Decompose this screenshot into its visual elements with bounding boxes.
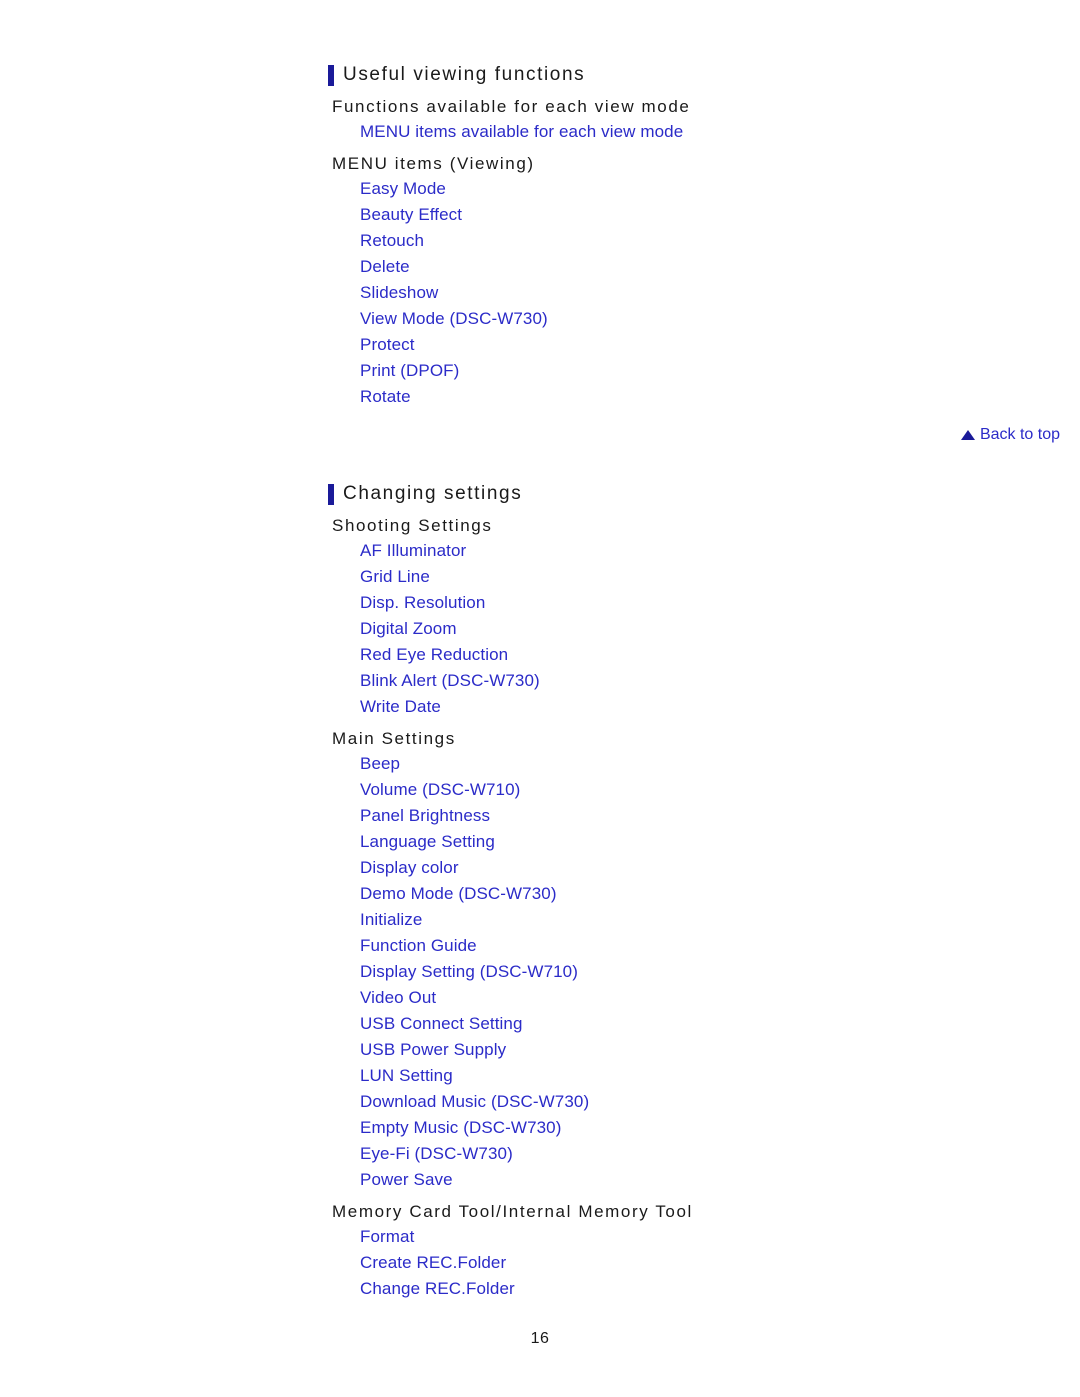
link-blink-alert[interactable]: Blink Alert (DSC-W730) bbox=[328, 668, 1028, 694]
group-heading-functions-available: Functions available for each view mode bbox=[332, 97, 691, 116]
link-format[interactable]: Format bbox=[328, 1224, 1028, 1250]
link-digital-zoom[interactable]: Digital Zoom bbox=[328, 616, 1028, 642]
link-change-rec-folder[interactable]: Change REC.Folder bbox=[328, 1276, 1028, 1302]
section-title-label: Changing settings bbox=[343, 483, 523, 504]
link-download-music[interactable]: Download Music (DSC-W730) bbox=[328, 1089, 1028, 1115]
section-changing-settings: Changing settings Shooting Settings AF I… bbox=[328, 481, 1028, 1302]
link-menu-items-available-for-each-view-mode[interactable]: MENU items available for each view mode bbox=[328, 119, 1028, 145]
link-usb-power-supply[interactable]: USB Power Supply bbox=[328, 1037, 1028, 1063]
link-grid-line[interactable]: Grid Line bbox=[328, 564, 1028, 590]
link-write-date[interactable]: Write Date bbox=[328, 694, 1028, 720]
link-retouch[interactable]: Retouch bbox=[328, 228, 1028, 254]
group-heading-shooting-settings: Shooting Settings bbox=[332, 516, 493, 535]
link-demo-mode[interactable]: Demo Mode (DSC-W730) bbox=[328, 881, 1028, 907]
back-to-top-link[interactable]: Back to top bbox=[960, 426, 1060, 444]
section-accent-bar bbox=[328, 483, 334, 505]
section-title: Useful viewing functions bbox=[328, 62, 1028, 88]
link-power-save[interactable]: Power Save bbox=[328, 1167, 1028, 1193]
link-display-setting[interactable]: Display Setting (DSC-W710) bbox=[328, 959, 1028, 985]
link-disp-resolution[interactable]: Disp. Resolution bbox=[328, 590, 1028, 616]
page-number: 16 bbox=[530, 1330, 550, 1347]
link-video-out[interactable]: Video Out bbox=[328, 985, 1028, 1011]
link-function-guide[interactable]: Function Guide bbox=[328, 933, 1028, 959]
link-beep[interactable]: Beep bbox=[328, 751, 1028, 777]
link-volume[interactable]: Volume (DSC-W710) bbox=[328, 777, 1028, 803]
back-to-top-row: Back to top bbox=[0, 426, 1060, 444]
link-language-setting[interactable]: Language Setting bbox=[328, 829, 1028, 855]
link-panel-brightness[interactable]: Panel Brightness bbox=[328, 803, 1028, 829]
document-page: Useful viewing functions Functions avail… bbox=[0, 0, 1080, 1397]
group-heading-memory-card-tool: Memory Card Tool/Internal Memory Tool bbox=[332, 1202, 693, 1221]
link-easy-mode[interactable]: Easy Mode bbox=[328, 176, 1028, 202]
link-print-dpof[interactable]: Print (DPOF) bbox=[328, 358, 1028, 384]
link-initialize[interactable]: Initialize bbox=[328, 907, 1028, 933]
link-af-illuminator[interactable]: AF Illuminator bbox=[328, 538, 1028, 564]
link-view-mode[interactable]: View Mode (DSC-W730) bbox=[328, 306, 1028, 332]
link-usb-connect-setting[interactable]: USB Connect Setting bbox=[328, 1011, 1028, 1037]
link-slideshow[interactable]: Slideshow bbox=[328, 280, 1028, 306]
link-create-rec-folder[interactable]: Create REC.Folder bbox=[328, 1250, 1028, 1276]
link-red-eye-reduction[interactable]: Red Eye Reduction bbox=[328, 642, 1028, 668]
link-beauty-effect[interactable]: Beauty Effect bbox=[328, 202, 1028, 228]
link-delete[interactable]: Delete bbox=[328, 254, 1028, 280]
link-empty-music[interactable]: Empty Music (DSC-W730) bbox=[328, 1115, 1028, 1141]
link-protect[interactable]: Protect bbox=[328, 332, 1028, 358]
link-rotate[interactable]: Rotate bbox=[328, 384, 1028, 410]
link-lun-setting[interactable]: LUN Setting bbox=[328, 1063, 1028, 1089]
group-heading-main-settings: Main Settings bbox=[332, 729, 456, 748]
link-display-color[interactable]: Display color bbox=[328, 855, 1028, 881]
section-accent-bar bbox=[328, 64, 334, 86]
link-eye-fi[interactable]: Eye-Fi (DSC-W730) bbox=[328, 1141, 1028, 1167]
back-to-top-label: Back to top bbox=[979, 426, 1060, 443]
section-title: Changing settings bbox=[328, 481, 1028, 507]
group-heading-menu-items-viewing: MENU items (Viewing) bbox=[332, 154, 535, 173]
section-title-label: Useful viewing functions bbox=[343, 64, 586, 85]
section-useful-viewing-functions: Useful viewing functions Functions avail… bbox=[328, 62, 1028, 410]
triangle-up-icon bbox=[960, 430, 975, 440]
